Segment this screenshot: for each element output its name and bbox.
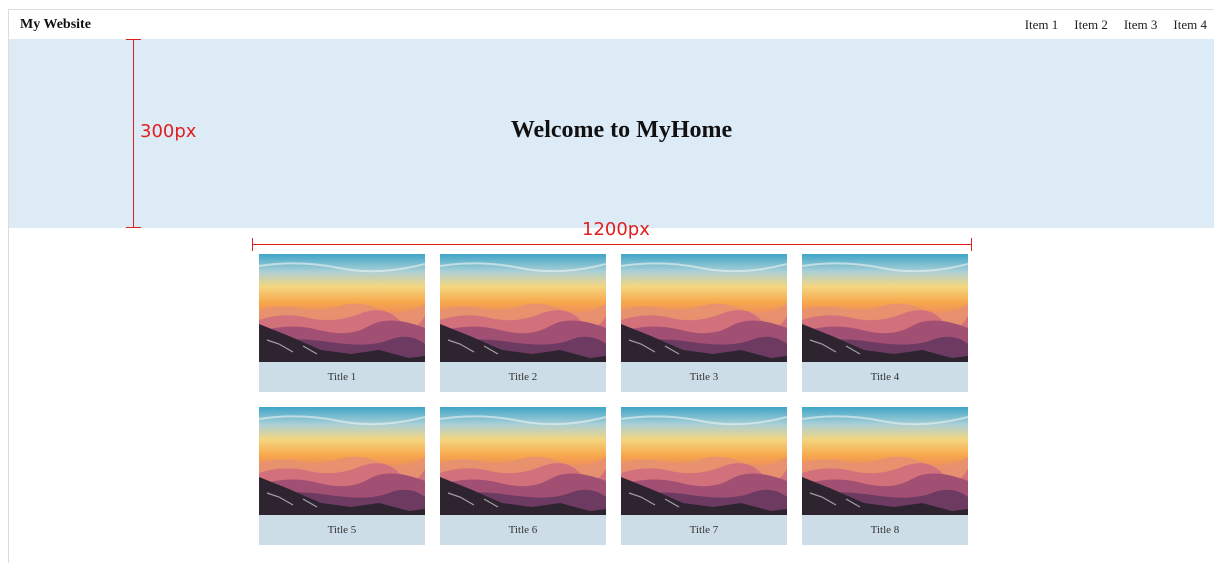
brand-logo-text[interactable]: My Website: [20, 17, 91, 33]
nav-item-3[interactable]: Item 3: [1124, 17, 1158, 33]
width-dimension-cap-left: [252, 238, 253, 251]
sunset-mountains-image: [440, 407, 606, 515]
card-title: Title 8: [802, 515, 968, 545]
card-6[interactable]: Title 6: [440, 407, 606, 545]
card-8[interactable]: Title 8: [802, 407, 968, 545]
card-grid: Title 1 Title 2 Title 3 Title 4 Title 5 …: [259, 254, 968, 546]
card-title: Title 4: [802, 362, 968, 392]
navbar: My Website Item 1 Item 2 Item 3 Item 4: [9, 10, 1214, 39]
width-dimension-label: 1200px: [582, 219, 650, 240]
card-3[interactable]: Title 3: [621, 254, 787, 392]
sunset-mountains-image: [802, 254, 968, 362]
card-title: Title 3: [621, 362, 787, 392]
sunset-mountains-image: [621, 254, 787, 362]
nav-item-2[interactable]: Item 2: [1074, 17, 1108, 33]
width-dimension-line: [252, 244, 972, 245]
card-1[interactable]: Title 1: [259, 254, 425, 392]
card-title: Title 6: [440, 515, 606, 545]
card-4[interactable]: Title 4: [802, 254, 968, 392]
sunset-mountains-image: [259, 407, 425, 515]
card-title: Title 5: [259, 515, 425, 545]
sunset-mountains-image: [621, 407, 787, 515]
height-dimension-line: [133, 39, 134, 228]
nav-items: Item 1 Item 2 Item 3 Item 4: [1009, 17, 1207, 33]
card-5[interactable]: Title 5: [259, 407, 425, 545]
sunset-mountains-image: [259, 254, 425, 362]
card-2[interactable]: Title 2: [440, 254, 606, 392]
sunset-mountains-image: [440, 254, 606, 362]
height-dimension-cap-bottom: [126, 227, 141, 228]
card-title: Title 2: [440, 362, 606, 392]
hero-title: Welcome to MyHome: [510, 116, 733, 143]
sunset-mountains-image: [802, 407, 968, 515]
card-title: Title 7: [621, 515, 787, 545]
height-dimension-cap-top: [126, 39, 141, 40]
width-dimension-cap-right: [971, 238, 972, 251]
height-dimension-label: 300px: [140, 121, 197, 142]
nav-item-4[interactable]: Item 4: [1173, 17, 1207, 33]
nav-item-1[interactable]: Item 1: [1025, 17, 1059, 33]
card-7[interactable]: Title 7: [621, 407, 787, 545]
card-title: Title 1: [259, 362, 425, 392]
